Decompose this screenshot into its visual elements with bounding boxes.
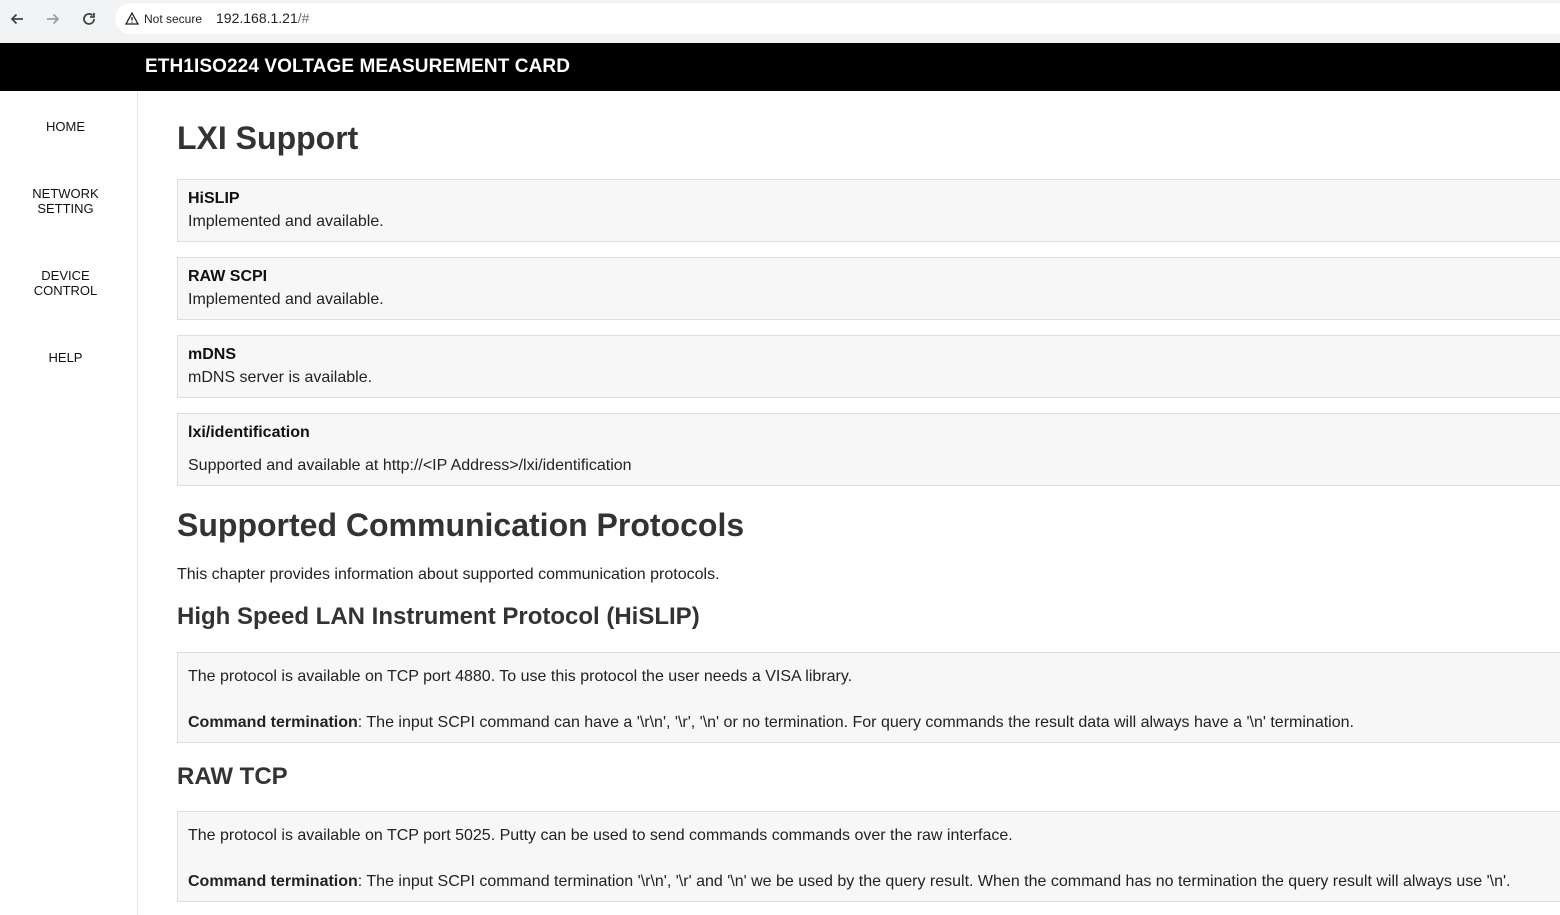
back-button[interactable] [4,6,30,32]
arrow-left-icon [10,13,23,25]
card-title: mDNS [188,346,237,363]
sidebar-item-label: HELP [48,350,83,365]
termination-label: Command termination [188,714,358,731]
card-title: HiSLIP [188,190,240,207]
hislip-heading: High Speed LAN Instrument Protocol (HiSL… [177,603,700,630]
card-description: Implemented and available. [188,213,384,230]
warning-icon [125,12,139,25]
sidebar-item-label: NETWORK [32,186,99,201]
url-host: 192.168.1.21 [216,10,298,26]
browser-toolbar: Not secure 192.168.1.21/# [0,0,1560,43]
page-title: ETH1ISO224 VOLTAGE MEASUREMENT CARD [145,56,571,77]
lxi-card-identification: lxi/identification Supported and availab… [177,413,1560,486]
card-description: Implemented and available. [188,291,384,308]
protocols-intro: This chapter provides information about … [177,566,720,583]
protocols-heading: Supported Communication Protocols [177,507,745,543]
address-bar[interactable]: Not secure 192.168.1.21/# [115,3,1560,34]
card-title: RAW SCPI [188,268,268,285]
hislip-info-box: The protocol is available on TCP port 48… [177,652,1560,743]
termination-label: Command termination [188,873,358,890]
sidebar: HOME NETWORK SETTING DEVICE CONTROL HELP [0,91,138,915]
reload-button[interactable] [76,6,102,32]
hislip-termination-text: Command termination: The input SCPI comm… [188,714,1354,732]
sidebar-item-label: CONTROL [33,283,98,298]
security-chip[interactable]: Not secure [125,3,202,34]
termination-description: : The input SCPI command termination '\r… [357,873,1511,890]
card-title: lxi/identification [188,424,310,441]
sidebar-item-label: DEVICE [41,268,90,283]
arrow-right-icon [47,13,60,25]
lxi-card-mdns: mDNS mDNS server is available. [177,335,1560,398]
sidebar-item-label: HOME [46,119,85,134]
lxi-card-hislip: HiSLIP Implemented and available. [177,179,1560,242]
raw-tcp-info-box: The protocol is available on TCP port 50… [177,811,1560,902]
url-text[interactable]: 192.168.1.21/# [216,3,309,34]
not-secure-label: Not secure [144,11,203,26]
hislip-port-text: The protocol is available on TCP port 48… [188,668,853,685]
card-description: Supported and available at http://<IP Ad… [188,457,632,474]
sidebar-item-network-setting[interactable]: NETWORK SETTING [0,186,131,216]
sidebar-item-label: SETTING [37,201,94,216]
page-header: ETH1ISO224 VOLTAGE MEASUREMENT CARD [0,43,1560,91]
url-path: /# [297,10,310,26]
raw-tcp-heading: RAW TCP [177,763,288,790]
forward-button[interactable] [40,6,66,32]
raw-tcp-termination-text: Command termination: The input SCPI comm… [188,873,1511,891]
raw-tcp-port-text: The protocol is available on TCP port 50… [188,827,1013,844]
sidebar-item-home[interactable]: HOME [0,119,131,134]
sidebar-item-device-control[interactable]: DEVICE CONTROL [0,268,131,298]
sidebar-item-help[interactable]: HELP [0,350,131,365]
lxi-support-heading: LXI Support [177,120,359,156]
card-description: mDNS server is available. [188,369,373,386]
reload-icon [83,13,95,25]
lxi-card-raw-scpi: RAW SCPI Implemented and available. [177,257,1560,320]
termination-description: : The input SCPI command can have a '\r\… [357,714,1354,731]
